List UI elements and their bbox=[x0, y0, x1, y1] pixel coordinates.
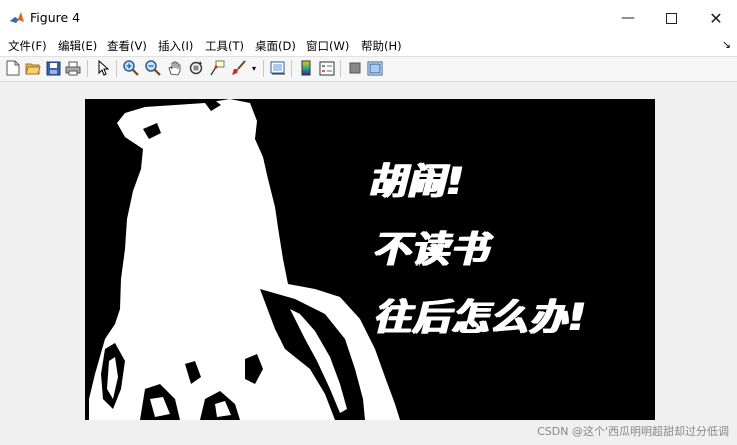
toolbar-separator bbox=[263, 60, 264, 77]
pointer-icon[interactable] bbox=[94, 59, 112, 77]
meme-text-line1: 胡闹! bbox=[368, 160, 465, 203]
menu-window[interactable]: 窗口(W) bbox=[306, 38, 349, 54]
minimize-icon: — bbox=[621, 10, 635, 26]
menu-view[interactable]: 查看(V) bbox=[107, 38, 147, 54]
toolbar-separator bbox=[116, 60, 117, 77]
dock-arrow-icon[interactable]: ↘ bbox=[722, 38, 731, 51]
minimize-button[interactable]: — bbox=[605, 0, 651, 36]
brush-icon[interactable] bbox=[229, 59, 247, 77]
binary-image bbox=[89, 99, 400, 420]
maximize-button[interactable] bbox=[648, 0, 694, 36]
toolbar: ▾ bbox=[0, 57, 737, 82]
show-plot-tools-icon[interactable] bbox=[366, 59, 384, 77]
meme-text-line3: 往后怎么办! bbox=[373, 296, 587, 339]
zoom-out-icon[interactable] bbox=[144, 59, 162, 77]
close-button[interactable]: ✕ bbox=[693, 0, 737, 36]
toolbar-separator bbox=[291, 60, 292, 77]
menu-tools[interactable]: 工具(T) bbox=[205, 38, 244, 54]
menu-desktop[interactable]: 桌面(D) bbox=[255, 38, 296, 54]
toolbar-separator bbox=[340, 60, 341, 77]
save-icon[interactable] bbox=[44, 59, 62, 77]
hide-plot-tools-icon[interactable] bbox=[346, 59, 364, 77]
data-cursor-icon[interactable] bbox=[208, 59, 226, 77]
maximize-icon bbox=[665, 12, 677, 24]
pan-icon[interactable] bbox=[166, 59, 184, 77]
menu-bar: 文件(F) 编辑(E) 查看(V) 插入(I) 工具(T) 桌面(D) 窗口(W… bbox=[0, 36, 737, 57]
open-file-icon[interactable] bbox=[24, 59, 42, 77]
print-icon[interactable] bbox=[64, 59, 82, 77]
rotate-3d-icon[interactable] bbox=[187, 59, 205, 77]
new-figure-icon[interactable] bbox=[4, 59, 22, 77]
zoom-in-icon[interactable] bbox=[122, 59, 140, 77]
colorbar-icon[interactable] bbox=[297, 59, 315, 77]
menu-insert[interactable]: 插入(I) bbox=[158, 38, 193, 54]
toolbar-separator bbox=[87, 60, 88, 77]
csdn-watermark: CSDN @这个'西瓜明明超甜却过分低调 bbox=[537, 425, 729, 438]
brush-dropdown-icon[interactable]: ▾ bbox=[249, 59, 259, 77]
title-bar: Figure 4 — ✕ bbox=[0, 0, 737, 36]
close-icon: ✕ bbox=[709, 8, 723, 28]
meme-text-line2: 不读书 bbox=[372, 228, 489, 271]
binary-image-axes[interactable]: 胡闹! 不读书 往后怎么办! bbox=[85, 99, 655, 420]
menu-help[interactable]: 帮助(H) bbox=[361, 38, 402, 54]
matlab-logo-icon bbox=[9, 10, 25, 26]
window-title: Figure 4 bbox=[30, 10, 81, 25]
menu-file[interactable]: 文件(F) bbox=[8, 38, 47, 54]
link-plot-icon[interactable] bbox=[269, 59, 287, 77]
legend-icon[interactable] bbox=[318, 59, 336, 77]
menu-edit[interactable]: 编辑(E) bbox=[58, 38, 97, 54]
